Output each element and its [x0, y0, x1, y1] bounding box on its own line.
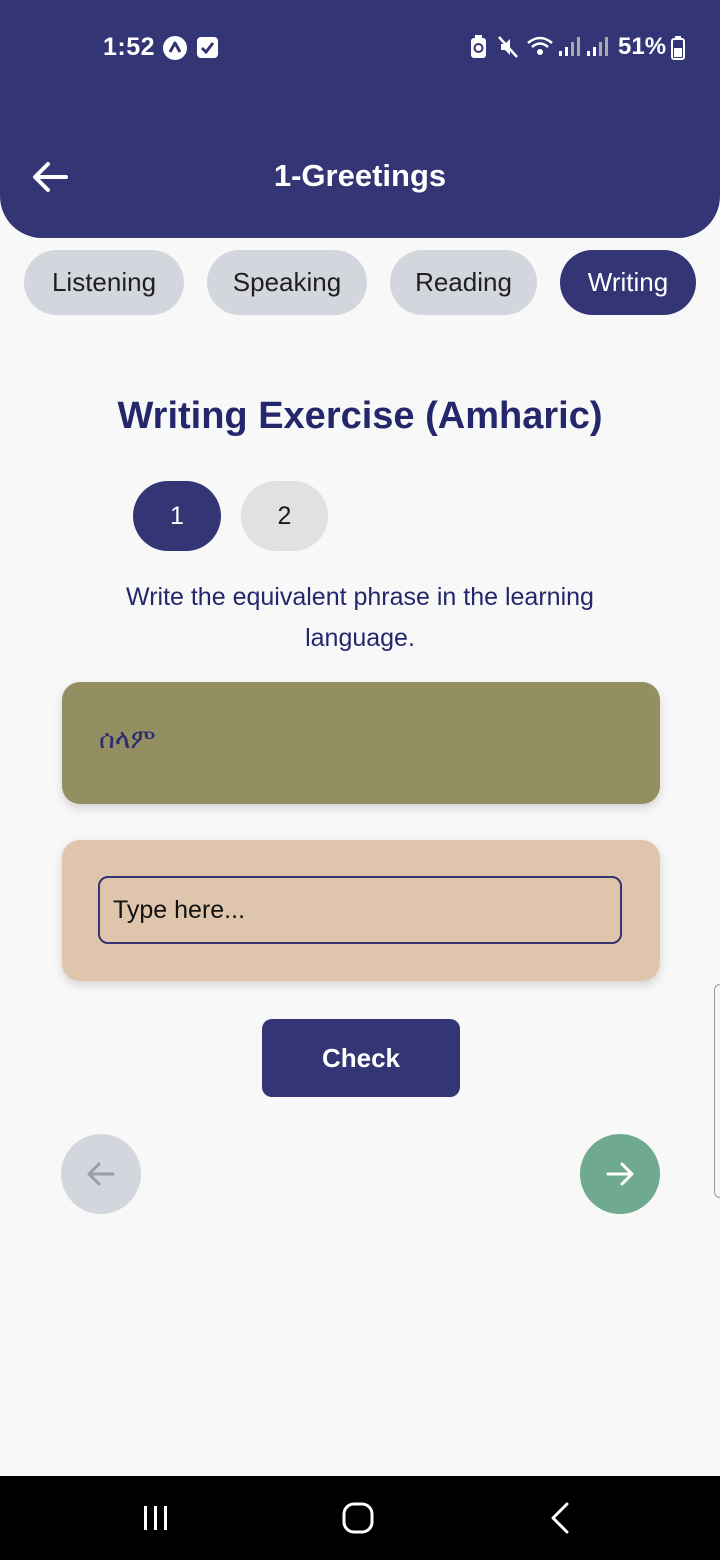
battery-percent: 51% [618, 33, 667, 60]
system-back-button[interactable] [524, 1476, 596, 1560]
prompt-phrase: ሰላም [99, 724, 156, 755]
edge-panel-handle[interactable] [714, 984, 720, 1198]
tab-speaking[interactable]: Speaking [207, 250, 367, 315]
arrow-left-icon [87, 1162, 115, 1186]
instruction-text: Write the equivalent phrase in the learn… [126, 583, 594, 652]
signal-icon [558, 35, 580, 62]
check-button[interactable]: Check [262, 1019, 460, 1097]
app-header: 1:52 51% 1-Greetings [0, 0, 720, 238]
back-icon [551, 1502, 569, 1534]
exercise-title: Writing Exercise (Amharic) [117, 395, 603, 437]
mute-icon [497, 35, 519, 64]
recents-icon [144, 1506, 167, 1530]
home-icon [342, 1502, 374, 1534]
page-title: 1-Greetings [273, 158, 447, 193]
tab-reading[interactable]: Reading [390, 250, 537, 315]
step-1-button[interactable]: 1 [133, 481, 221, 551]
arrow-right-icon [606, 1162, 634, 1186]
step-2-button[interactable]: 2 [241, 481, 328, 551]
next-button[interactable] [580, 1134, 660, 1214]
previous-button[interactable] [61, 1134, 141, 1214]
answer-card [62, 840, 660, 981]
battery-saver-icon [470, 35, 487, 64]
checkbox-notification-icon [197, 37, 218, 58]
tab-writing[interactable]: Writing [560, 250, 696, 315]
recents-button[interactable] [120, 1476, 192, 1560]
system-navigation-bar [0, 1476, 720, 1560]
signal-icon [586, 35, 608, 62]
app-notification-icon [163, 36, 187, 60]
status-bar: 1:52 51% [0, 0, 720, 95]
prompt-card: ሰላም [62, 682, 660, 804]
battery-icon [671, 36, 685, 65]
wifi-icon [526, 34, 554, 63]
status-time: 1:52 [103, 33, 156, 61]
answer-input[interactable] [98, 876, 622, 944]
tab-listening[interactable]: Listening [24, 250, 184, 315]
home-button[interactable] [322, 1476, 394, 1560]
